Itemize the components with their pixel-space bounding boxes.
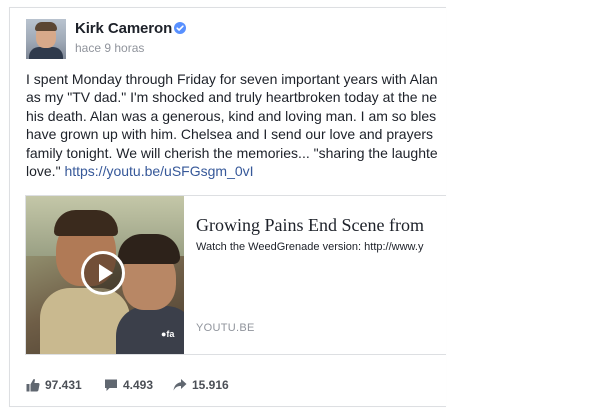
post-text-line: as my "TV dad." I'm shocked and truly he… — [26, 89, 438, 106]
attachment-domain: YOUTU.BE — [196, 322, 255, 334]
post-text-tail: love." — [26, 162, 65, 179]
post-text-line: family tonight. We will cherish the memo… — [26, 144, 438, 161]
post-text-line: have grown up with him. Chelsea and I se… — [26, 126, 434, 143]
like-icon — [26, 379, 40, 392]
share-icon — [173, 379, 187, 391]
video-thumbnail[interactable]: ●fa — [26, 196, 184, 354]
comments-count[interactable]: 4.493 — [104, 378, 153, 392]
post-text-line-last: love." https://youtu.be/uSFGsgm_0vI — [26, 162, 446, 180]
author-name[interactable]: Kirk Cameron — [75, 20, 172, 37]
comments-value: 4.493 — [123, 378, 154, 392]
post-text-line: I spent Monday through Friday for seven … — [26, 71, 438, 87]
link-attachment[interactable]: ●fa Growing Pains End Scene from Watch t… — [25, 195, 446, 355]
post-card: Kirk Cameron hace 9 horas I spent Monday… — [9, 7, 446, 407]
post-link[interactable]: https://youtu.be/uSFGsgm_0vI — [64, 163, 253, 179]
post-text-line: his death. Alan was a generous, kind and… — [26, 107, 437, 124]
shares-value: 15.916 — [192, 378, 229, 392]
post-text: I spent Monday through Friday for seven … — [26, 70, 446, 180]
play-icon[interactable] — [81, 251, 125, 295]
avatar[interactable] — [26, 19, 66, 59]
attachment-title[interactable]: Growing Pains End Scene from — [196, 215, 424, 236]
likes-value: 97.431 — [45, 378, 82, 392]
likes-count[interactable]: 97.431 — [26, 378, 82, 392]
shares-count[interactable]: 15.916 — [173, 378, 229, 392]
attachment-description: Watch the WeedGrenade version: http://ww… — [196, 241, 424, 253]
verified-badge-icon — [174, 22, 186, 34]
post-timestamp[interactable]: hace 9 horas — [75, 41, 144, 55]
thumbnail-watermark: ●fa — [161, 329, 175, 339]
comment-icon — [105, 379, 117, 391]
